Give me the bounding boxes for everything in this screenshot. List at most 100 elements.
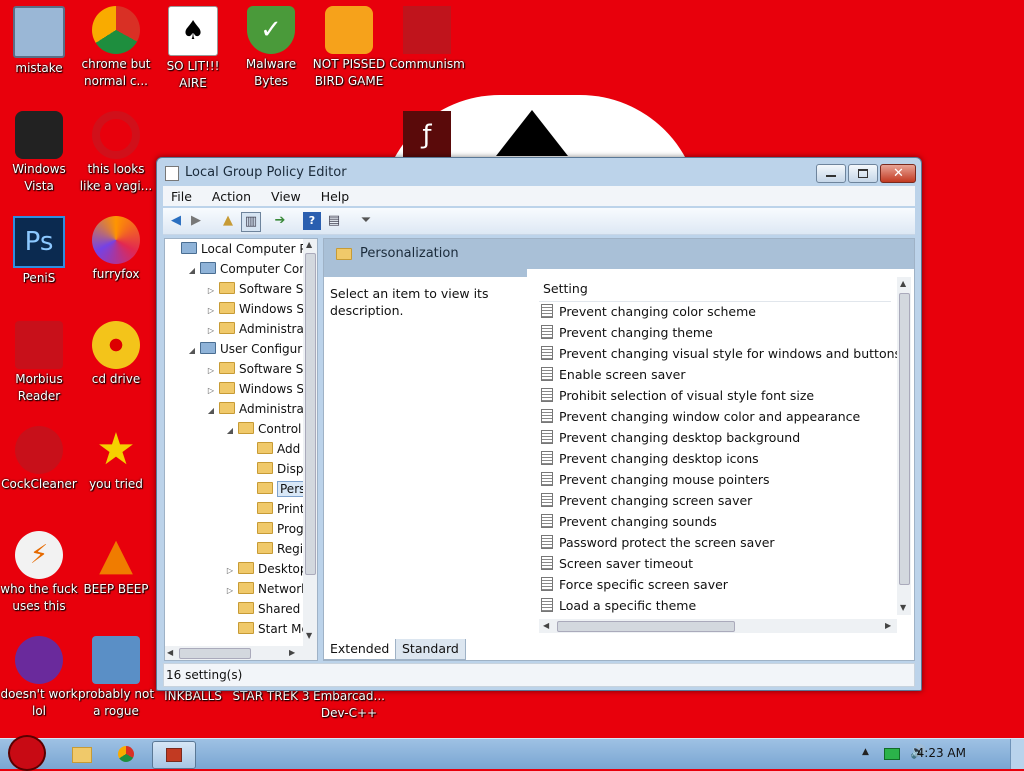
desktop-icon[interactable]: Communism	[387, 6, 467, 73]
help-icon[interactable]: ?	[303, 212, 321, 230]
explorer-folder-icon[interactable]	[72, 747, 92, 763]
expand-arrow-icon[interactable]: ▷	[205, 361, 217, 381]
start-bird-icon[interactable]	[8, 735, 46, 771]
setting-row[interactable]: Force specific screen saver	[539, 574, 728, 595]
scroll-right-icon[interactable]: ▶	[289, 648, 295, 657]
scroll-left-icon[interactable]: ◀	[167, 648, 173, 657]
desktop-icon[interactable]: Ps PeniS	[0, 216, 79, 287]
desktop-icon[interactable]: ✓ Malware Bytes	[231, 6, 311, 90]
collapse-arrow-icon[interactable]: ◢	[186, 261, 198, 281]
close-button[interactable]: ✕	[880, 164, 916, 183]
setting-row[interactable]: Enable screen saver	[539, 364, 685, 385]
tree-item[interactable]: ▷ Desktop	[224, 559, 308, 579]
setting-row[interactable]: Prevent changing sounds	[539, 511, 717, 532]
tree-horizontal-scrollbar[interactable]: ◀ ▶	[165, 646, 303, 660]
setting-row[interactable]: Prevent changing window color and appear…	[539, 406, 860, 427]
desktop-icon[interactable]: cd drive	[76, 321, 156, 388]
setting-row[interactable]: Prevent changing desktop icons	[539, 448, 759, 469]
column-header-setting[interactable]: Setting	[539, 277, 891, 302]
export-list-icon[interactable]: ➔	[271, 212, 289, 230]
show-hidden-icons-icon[interactable]: ▲	[862, 747, 869, 757]
scroll-thumb[interactable]	[557, 621, 735, 632]
setting-row[interactable]: Load a specific theme	[539, 595, 696, 616]
show-desktop-button[interactable]	[1010, 739, 1024, 769]
scroll-left-icon[interactable]: ◀	[543, 621, 549, 630]
desktop-icon[interactable]: ♠ SO LIT!!! AIRE	[153, 6, 233, 92]
tree-item[interactable]: ▷ Administrative	[205, 319, 317, 341]
desktop-icon[interactable]: probably not a rogue	[76, 636, 156, 720]
tree-item[interactable]: ▷ Software Sett	[205, 359, 317, 381]
filter-icon[interactable]: ⏷	[357, 212, 375, 230]
desktop-icon[interactable]: NOT PISSED BIRD GAME	[309, 6, 389, 90]
tree-item[interactable]: ◢ Administrative	[205, 399, 317, 421]
photoshop-icon: Ps	[13, 216, 65, 268]
desktop-icon[interactable]: Windows Vista	[0, 111, 79, 195]
tab-extended[interactable]: Extended	[323, 639, 397, 660]
forward-arrow-icon[interactable]: ▶	[187, 212, 205, 230]
setting-row[interactable]: Prevent changing mouse pointers	[539, 469, 770, 490]
clock[interactable]: 4:23 AM	[917, 746, 966, 760]
scroll-right-icon[interactable]: ▶	[885, 621, 891, 630]
desktop-icon[interactable]: ⚡ who the fuck uses this	[0, 531, 79, 615]
setting-row[interactable]: Password protect the screen saver	[539, 532, 775, 553]
power-icon[interactable]	[884, 748, 900, 760]
tree-item[interactable]: ▷ Windows Set	[205, 299, 316, 319]
collapse-arrow-icon[interactable]: ◢	[186, 341, 198, 361]
menu-action[interactable]: Action	[204, 186, 259, 204]
scroll-down-icon[interactable]: ▼	[306, 631, 312, 640]
setting-row[interactable]: Prevent changing screen saver	[539, 490, 752, 511]
scroll-up-icon[interactable]: ▲	[900, 279, 906, 288]
scroll-thumb[interactable]	[899, 293, 910, 585]
tab-standard[interactable]: Standard	[395, 639, 466, 660]
setting-row[interactable]: Screen saver timeout	[539, 553, 693, 574]
desktop-icon[interactable]: doesn't work lol	[0, 636, 79, 720]
setting-row[interactable]: Prevent changing color scheme	[539, 301, 756, 322]
title-bar[interactable]: Local Group Policy Editor ✕	[157, 158, 921, 186]
setting-row[interactable]: Prevent changing visual style for window…	[539, 343, 901, 364]
setting-row[interactable]: Prevent changing desktop background	[539, 427, 800, 448]
setting-row[interactable]: Prevent changing theme	[539, 322, 713, 343]
desktop-icon[interactable]: ▲ BEEP BEEP	[76, 531, 156, 598]
desktop-icon[interactable]: ★ you tried	[76, 426, 156, 493]
tree-item[interactable]: ▷ Windows Set	[205, 379, 316, 399]
desktop-icon[interactable]: CockCleaner	[0, 426, 79, 493]
back-arrow-icon[interactable]: ◀	[167, 212, 185, 230]
expand-arrow-icon[interactable]: ▷	[205, 321, 217, 341]
settings-vertical-scrollbar[interactable]: ▲ ▼	[897, 277, 911, 615]
tree-item[interactable]: Local Computer Poli	[167, 239, 317, 259]
collapse-arrow-icon[interactable]: ◢	[205, 401, 217, 421]
tree-vertical-scrollbar[interactable]: ▲ ▼	[303, 239, 317, 660]
desktop-icon[interactable]: this looks like a vagi...	[76, 111, 156, 195]
properties-icon[interactable]: ▤	[325, 212, 343, 230]
expand-arrow-icon[interactable]: ▷	[224, 561, 236, 581]
tree-item[interactable]: ◢ User Configurati	[186, 339, 317, 361]
up-folder-icon[interactable]: ▲	[219, 212, 237, 230]
scroll-up-icon[interactable]: ▲	[306, 240, 312, 249]
menu-file[interactable]: File	[163, 186, 200, 204]
maximize-button[interactable]	[848, 164, 878, 183]
desktop-icon[interactable]: Morbius Reader	[0, 321, 79, 405]
show-hide-tree-icon[interactable]: ▥	[241, 212, 261, 232]
minimize-button[interactable]	[816, 164, 846, 183]
desktop-icon[interactable]: chrome but normal c...	[76, 6, 156, 90]
group-policy-taskbar-button[interactable]	[152, 741, 196, 769]
menu-view[interactable]: View	[263, 186, 309, 204]
settings-horizontal-scrollbar[interactable]: ◀ ▶	[539, 619, 897, 633]
tree-item[interactable]: ▷ Software Sett	[205, 279, 317, 301]
setting-row[interactable]: Prohibit selection of visual style font …	[539, 385, 814, 406]
expand-arrow-icon[interactable]: ▷	[205, 281, 217, 301]
expand-arrow-icon[interactable]: ▷	[205, 301, 217, 321]
scroll-down-icon[interactable]: ▼	[900, 603, 906, 612]
chrome-icon[interactable]	[118, 746, 134, 762]
scroll-thumb[interactable]	[179, 648, 251, 659]
desktop-icon[interactable]: furryfox	[76, 216, 156, 283]
desktop-icon[interactable]: ƒ	[387, 111, 467, 161]
menu-help[interactable]: Help	[313, 186, 358, 204]
expand-arrow-icon[interactable]: ▷	[224, 581, 236, 601]
desktop-icon[interactable]: mistake	[0, 6, 79, 77]
scroll-thumb[interactable]	[305, 253, 316, 575]
collapse-arrow-icon[interactable]: ◢	[224, 421, 236, 441]
tree-item[interactable]: ▷ Network	[224, 579, 308, 599]
tree-item[interactable]: ◢ Computer Config	[186, 259, 317, 281]
expand-arrow-icon[interactable]: ▷	[205, 381, 217, 401]
